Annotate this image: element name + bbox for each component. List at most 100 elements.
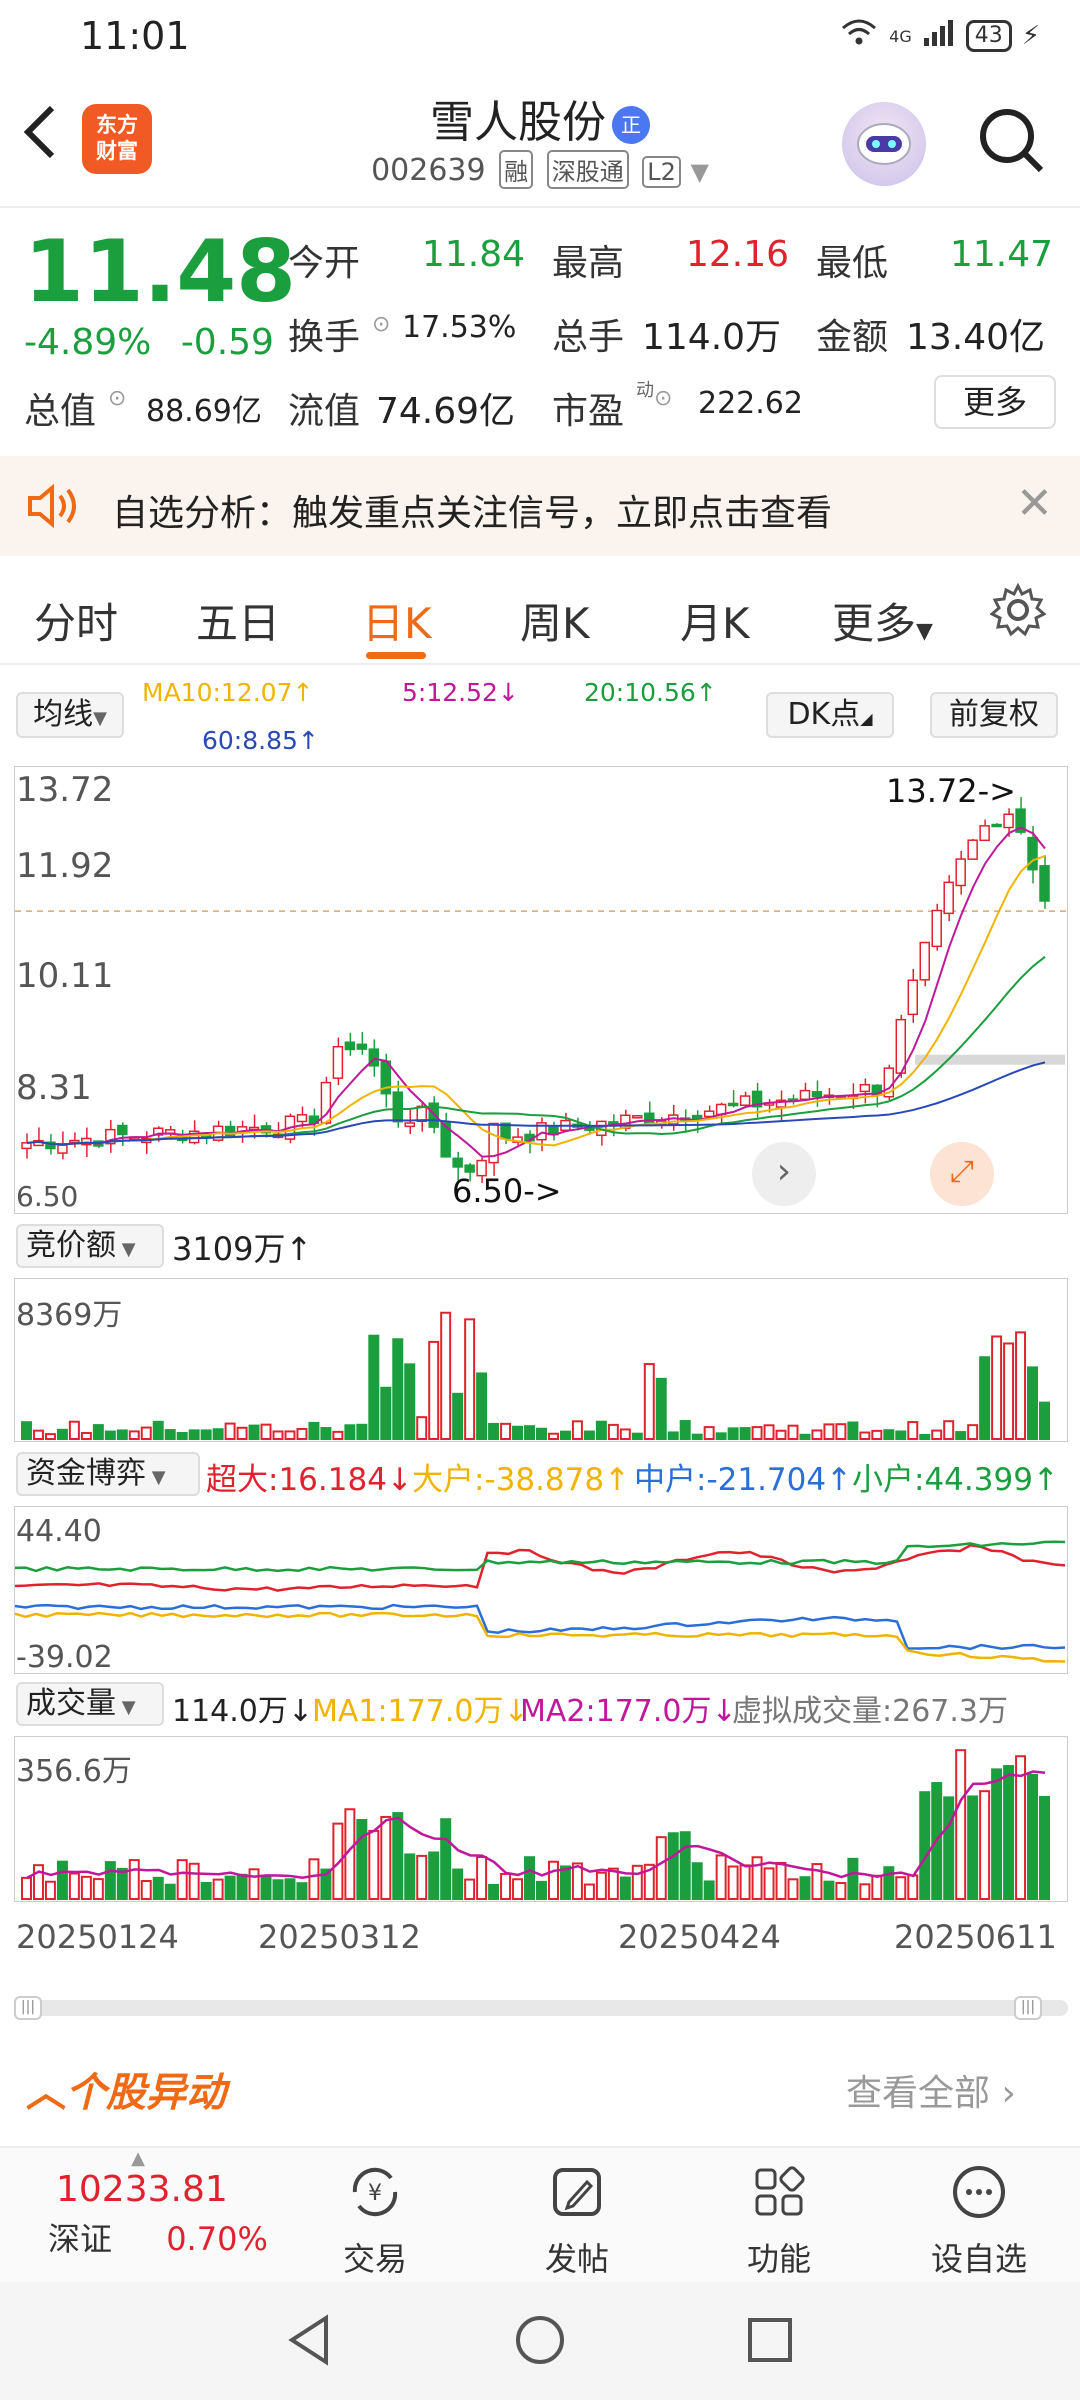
volume-bar xyxy=(512,1878,524,1901)
volume-bar xyxy=(68,1872,80,1901)
candle-body xyxy=(919,941,930,981)
robot-avatar[interactable] xyxy=(842,102,926,186)
info-circle-icon[interactable]: ⊙ xyxy=(372,312,390,337)
nav-recents-icon[interactable] xyxy=(742,2312,798,2372)
nav-functions[interactable]: 功能 xyxy=(714,2162,844,2280)
capital-selector[interactable]: 资金博弈 ▼ xyxy=(16,1452,200,1496)
float-cap-value: 74.69亿 xyxy=(376,391,516,432)
capital-chart xyxy=(14,1540,1066,1663)
index-ticker[interactable]: ▲ 10233.81 深证 0.70% xyxy=(48,2148,288,2260)
pe-dynamic-sup: 动 xyxy=(636,380,654,401)
volume-bar xyxy=(631,1864,643,1900)
volume-bar xyxy=(1027,1773,1039,1900)
close-icon[interactable]: ✕ xyxy=(1016,478,1053,529)
tab-more[interactable]: 更多▼ xyxy=(832,590,933,651)
auction-selector[interactable]: 竞价额 ▼ xyxy=(16,1224,164,1268)
large-legend: 大户:-38.878↑ xyxy=(412,1462,631,1498)
medium-legend: 中户:-21.704↑ xyxy=(634,1462,853,1498)
more-quote-button[interactable]: 更多 xyxy=(934,375,1056,429)
tab-five-day[interactable]: 五日 xyxy=(196,590,280,651)
candle-body xyxy=(1039,865,1050,902)
kline-chart-area[interactable] xyxy=(14,766,1068,1214)
ma-selector-label: 均线 xyxy=(33,697,94,732)
auction-bar xyxy=(21,1421,32,1440)
search-icon[interactable] xyxy=(975,104,1047,180)
volume-selector[interactable]: 成交量 ▼ xyxy=(16,1682,164,1726)
volume-bar xyxy=(380,1815,392,1900)
ma20-legend: 20:10.56↑ xyxy=(584,678,717,707)
tab-weekly-k[interactable]: 周K xyxy=(520,590,590,651)
nav-back-icon[interactable] xyxy=(282,2312,338,2372)
ma10-line xyxy=(26,855,1046,1147)
stock-alert-section[interactable]: ︿个股异动 xyxy=(26,2060,226,2118)
candle-body xyxy=(296,1114,308,1123)
dropdown-triangle-icon[interactable]: ▼ xyxy=(690,158,708,186)
volume-bar xyxy=(871,1874,883,1901)
gear-icon[interactable] xyxy=(989,582,1047,642)
total-cap-value: 88.69亿 xyxy=(146,394,262,429)
view-all-link[interactable]: 查看全部 › xyxy=(846,2064,1016,2116)
volume-bar xyxy=(452,1868,464,1900)
volume-bar xyxy=(883,1866,895,1901)
nav-trade[interactable]: ¥ 交易 xyxy=(310,2162,440,2280)
info-circle-icon[interactable]: ⊙ xyxy=(108,386,126,411)
ma10-legend: MA10:12.07↑ xyxy=(142,678,314,707)
nav-home-icon[interactable] xyxy=(512,2312,568,2372)
volume-bar xyxy=(44,1880,56,1900)
auction-bar xyxy=(32,1429,44,1441)
network-label: 4G xyxy=(889,26,912,46)
tab-monthly-k[interactable]: 月K xyxy=(680,590,750,651)
auction-bar xyxy=(200,1429,212,1440)
candle-body xyxy=(1003,813,1014,829)
ma-selector[interactable]: 均线▼ xyxy=(16,692,124,738)
volume-bar xyxy=(667,1832,679,1900)
auction-chart-area[interactable] xyxy=(14,1278,1068,1442)
analysis-notice[interactable]: 自选分析：触发重点关注信号，立即点击查看 ✕ xyxy=(0,456,1080,556)
nav-post[interactable]: 发帖 xyxy=(512,2162,642,2280)
info-circle-icon[interactable]: ⊙ xyxy=(654,386,672,411)
volume-bar xyxy=(955,1749,967,1901)
tab-intraday[interactable]: 分时 xyxy=(34,590,118,651)
scroll-right-icon[interactable]: › xyxy=(752,1142,816,1206)
index-name: 深证 xyxy=(48,2220,113,2258)
volume-bar xyxy=(571,1862,583,1900)
auction-bar xyxy=(679,1420,691,1441)
volume-bar xyxy=(200,1881,212,1901)
candle-body xyxy=(955,858,966,887)
nav-add-watchlist[interactable]: 设自选 xyxy=(914,2162,1044,2280)
change-percent: -4.89% xyxy=(24,322,152,363)
total-cap-label: 总值 xyxy=(24,391,97,432)
dk-point-button[interactable]: DK点◢ xyxy=(766,692,894,738)
volume-bar xyxy=(835,1882,847,1900)
dropdown-triangle-icon: ▼ xyxy=(116,1239,136,1260)
volume-selector-label: 成交量 xyxy=(26,1686,116,1721)
y-label-8-31: 8.31 xyxy=(16,1068,92,1108)
auction-bar xyxy=(775,1429,787,1441)
auction-bar xyxy=(847,1421,859,1440)
range-right-handle[interactable]: ||| xyxy=(1014,1996,1042,2020)
auction-bar xyxy=(524,1425,535,1440)
edit-icon xyxy=(512,2162,642,2226)
fullscreen-icon[interactable]: ⤢ xyxy=(930,1142,994,1206)
volume-bar xyxy=(799,1876,811,1900)
range-slider-track[interactable] xyxy=(14,2000,1068,2016)
svg-text:¥: ¥ xyxy=(368,2181,382,2206)
capital-chart-area[interactable] xyxy=(14,1506,1068,1674)
auction-bar xyxy=(547,1432,559,1441)
auction-bar xyxy=(128,1430,140,1441)
auction-bar xyxy=(859,1431,871,1440)
volume-chart-area[interactable] xyxy=(14,1736,1068,1902)
auction-bar xyxy=(188,1429,200,1440)
volume-bar xyxy=(152,1876,164,1901)
range-left-handle[interactable]: ||| xyxy=(14,1996,42,2020)
volume-bar xyxy=(128,1859,140,1900)
tab-daily-k[interactable]: 日K xyxy=(362,590,432,651)
volume-bar xyxy=(919,1791,931,1900)
adjust-price-button[interactable]: 前复权 xyxy=(930,692,1058,738)
auction-bar xyxy=(883,1429,895,1441)
volume-bar xyxy=(212,1878,224,1901)
volume-bar xyxy=(895,1876,907,1900)
low-label: 最低 xyxy=(816,243,889,284)
tag-margin: 融 xyxy=(499,150,534,189)
chevron-up-icon: ︿ xyxy=(26,2070,66,2116)
